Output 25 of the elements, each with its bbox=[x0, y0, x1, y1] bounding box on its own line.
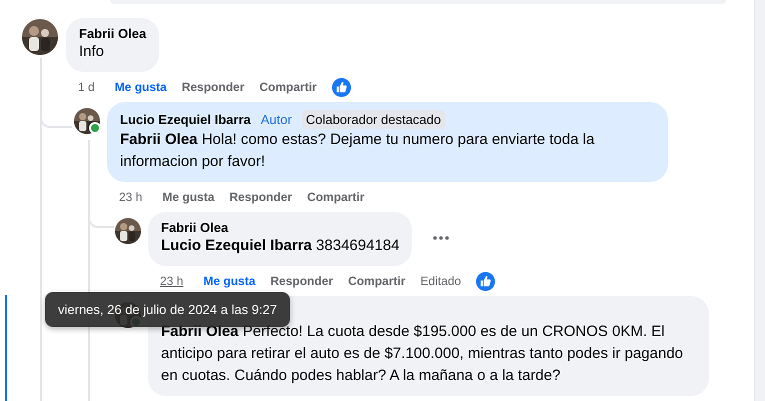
reply-link[interactable]: Responder bbox=[229, 190, 292, 204]
author-name[interactable]: Lucio Ezequiel Ibarra bbox=[120, 112, 251, 127]
author-name[interactable]: Fabrii Olea bbox=[79, 26, 146, 41]
timestamp-link[interactable]: 23 h bbox=[119, 190, 142, 204]
more-icon[interactable] bbox=[433, 236, 450, 240]
like-icon[interactable] bbox=[476, 272, 496, 290]
share-link[interactable]: Compartir bbox=[348, 274, 406, 288]
comment-text: Lucio Ezequiel Ibarra 3834694184 bbox=[161, 236, 400, 256]
like-link[interactable]: Me gusta bbox=[203, 274, 256, 288]
timestamp-link[interactable]: 1 d bbox=[78, 80, 95, 94]
like-link[interactable]: Me gusta bbox=[114, 80, 167, 94]
timestamp-link[interactable]: 23 h bbox=[160, 274, 184, 288]
comment-text: Fabrii Olea Hola! como estas? Dejame tu numero para enviarte toda la informacion por favor! bbox=[120, 130, 596, 172]
like-icon[interactable] bbox=[332, 78, 351, 96]
share-link[interactable]: Compartir bbox=[259, 80, 317, 94]
author-label: Autor bbox=[260, 111, 293, 129]
like-link[interactable]: Me gusta bbox=[162, 190, 214, 204]
edited-label: Editado bbox=[420, 274, 462, 288]
reply-link[interactable]: Responder bbox=[182, 80, 244, 94]
date-tooltip: viernes, 26 de julio de 2024 a las 9:27 bbox=[45, 292, 290, 327]
reply-link[interactable]: Responder bbox=[270, 274, 334, 288]
featured-badge: Colaborador destacado bbox=[302, 110, 445, 129]
comment-text: Info bbox=[79, 42, 106, 62]
author-name[interactable]: Fabrii Olea bbox=[161, 220, 228, 235]
share-link[interactable]: Compartir bbox=[307, 190, 364, 204]
